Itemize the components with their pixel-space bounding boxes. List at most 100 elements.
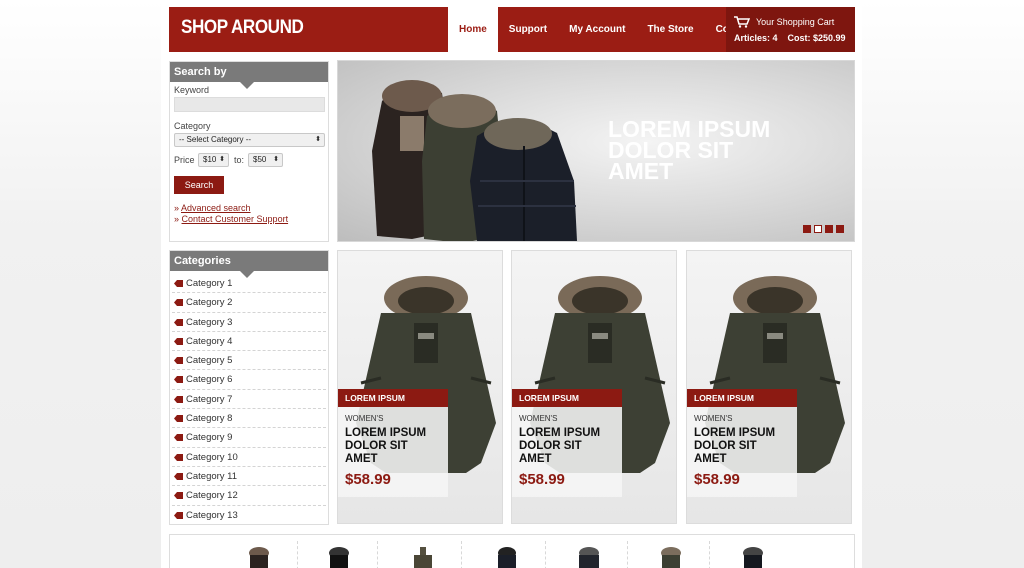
tag-icon <box>174 337 183 345</box>
price-to-label: to: <box>234 155 245 165</box>
keyword-label: Keyword <box>174 85 210 95</box>
category-select-value: -- Select Category -- <box>179 135 252 144</box>
cart-title: Your Shopping Cart <box>756 17 835 27</box>
category-item[interactable]: Category 9 <box>172 428 326 448</box>
jacket-thumbnail <box>414 547 432 568</box>
product-price: $58.99 <box>519 471 565 488</box>
category-item-label: Category 11 <box>186 470 238 482</box>
price-to-select[interactable]: $50 ⬍ <box>248 153 283 167</box>
category-item[interactable]: Category 10 <box>172 448 326 467</box>
category-list: Category 1 Category 2 Category 3 Category 4… <box>170 271 328 525</box>
contact-support-link[interactable]: » Contact Customer Support <box>174 214 288 224</box>
tag-icon <box>174 492 183 500</box>
category-label: Category <box>174 121 211 131</box>
jackets-image <box>372 80 577 241</box>
price-label: Price <box>174 155 195 165</box>
carousel-item[interactable] <box>630 541 710 568</box>
product-card[interactable]: LOREM IPSUM WOMEN'S LOREM IPSUM DOLOR SIT … <box>337 250 503 524</box>
jacket-thumbnail <box>661 547 681 568</box>
nav-my-account[interactable]: My Account <box>558 7 636 52</box>
carousel-item[interactable] <box>466 541 546 568</box>
tag-icon <box>174 280 183 287</box>
tag-icon <box>174 511 183 519</box>
category-item[interactable]: Category 6 <box>172 370 326 390</box>
product-tag: LOREM IPSUM <box>338 389 448 407</box>
advanced-search-link[interactable]: » Advanced search <box>174 203 251 213</box>
cart-articles: Articles: 4 <box>734 33 778 43</box>
slider-dot-2[interactable] <box>814 225 822 233</box>
main-nav: Home Support My Account The Store Contac… <box>448 7 764 54</box>
slider-dot-4[interactable] <box>836 225 844 233</box>
product-category: WOMEN'S <box>519 414 558 423</box>
page-container: SHOP AROUND Home Support My Account The … <box>161 0 862 568</box>
category-item-label: Category 12 <box>186 490 238 502</box>
category-item[interactable]: Category 11 <box>172 467 326 487</box>
product-info: WOMEN'S LOREM IPSUM DOLOR SIT AMET $58.99 <box>687 407 797 497</box>
cart-summary: Articles: 4 Cost: $250.99 <box>734 33 856 43</box>
product-card[interactable]: LOREM IPSUM WOMEN'S LOREM IPSUM DOLOR SIT … <box>686 250 852 524</box>
nav-the-store[interactable]: The Store <box>636 7 704 52</box>
carousel-item[interactable] <box>712 541 792 568</box>
slider-dot-1[interactable] <box>803 225 811 233</box>
jacket-thumbnail <box>579 547 599 568</box>
product-card[interactable]: LOREM IPSUM WOMEN'S LOREM IPSUM DOLOR SIT … <box>511 250 677 524</box>
nav-home[interactable]: Home <box>448 7 498 54</box>
updown-arrow-icon: ⬍ <box>219 156 225 163</box>
category-item-label: Category 3 <box>186 316 233 328</box>
product-name: LOREM IPSUM DOLOR SIT AMET <box>519 427 601 465</box>
category-item-label: Category 8 <box>186 413 233 425</box>
advanced-search-link-text: Advanced search <box>181 203 251 213</box>
product-category: WOMEN'S <box>345 414 384 423</box>
product-name: LOREM IPSUM DOLOR SIT AMET <box>345 427 427 465</box>
updown-arrow-icon: ⬍ <box>273 156 279 163</box>
category-item-label: Category 13 <box>186 509 238 521</box>
slider-dot-3[interactable] <box>825 225 833 233</box>
jacket-thumbnail <box>498 547 516 568</box>
category-item-label: Category 4 <box>186 335 233 347</box>
price-from-select[interactable]: $10 ⬍ <box>198 153 229 167</box>
category-item[interactable]: Category 2 <box>172 293 326 313</box>
hero-banner[interactable]: LOREM IPSUM DOLOR SIT AMET <box>337 60 855 242</box>
category-item-label: Category 6 <box>186 374 233 386</box>
nav-support[interactable]: Support <box>498 7 558 52</box>
categories-heading: Categories <box>170 251 328 278</box>
carousel-item[interactable] <box>382 541 462 568</box>
tag-icon <box>174 453 183 461</box>
tag-icon <box>174 395 183 403</box>
category-item[interactable]: Category 4 <box>172 332 326 352</box>
category-select[interactable]: -- Select Category -- ⬍ <box>174 133 325 147</box>
jacket-thumbnail <box>329 547 349 568</box>
tag-icon <box>174 376 183 384</box>
category-item[interactable]: Category 1 <box>172 274 326 294</box>
updown-arrow-icon: ⬍ <box>315 136 321 143</box>
tag-icon <box>174 299 183 307</box>
carousel-item[interactable] <box>298 541 378 568</box>
hero-headline: LOREM IPSUM DOLOR SIT AMET <box>608 116 771 184</box>
product-price: $58.99 <box>345 471 391 488</box>
carousel-item[interactable] <box>548 541 628 568</box>
search-panel: Search by Keyword Category -- Select Cat… <box>169 61 329 242</box>
category-item[interactable]: Category 8 <box>172 409 326 429</box>
tag-icon <box>174 318 183 326</box>
carousel-item[interactable] <box>218 541 298 568</box>
category-item[interactable]: Category 13 <box>172 506 326 525</box>
product-carousel-strip <box>169 534 855 568</box>
search-button[interactable]: Search <box>174 176 224 194</box>
category-item[interactable]: Category 12 <box>172 486 326 506</box>
search-heading: Search by <box>170 62 328 89</box>
cart-cost: Cost: $250.99 <box>787 33 846 43</box>
category-item-label: Category 2 <box>186 297 233 309</box>
category-item[interactable]: Category 5 <box>172 351 326 371</box>
shopping-cart[interactable]: Your Shopping Cart Articles: 4 Cost: $250… <box>726 7 855 52</box>
slider-dots <box>803 225 844 233</box>
site-logo[interactable]: SHOP AROUND <box>181 17 304 39</box>
contact-support-link-text: Contact Customer Support <box>181 214 289 224</box>
categories-panel: Categories Category 1 Category 2 Category … <box>169 250 329 525</box>
price-to-value: $50 <box>253 155 267 164</box>
keyword-input[interactable] <box>174 97 325 112</box>
category-item-label: Category 1 <box>186 278 233 289</box>
tag-icon <box>174 472 183 480</box>
category-item[interactable]: Category 3 <box>172 313 326 332</box>
category-item[interactable]: Category 7 <box>172 390 326 410</box>
product-category: WOMEN'S <box>694 414 733 423</box>
